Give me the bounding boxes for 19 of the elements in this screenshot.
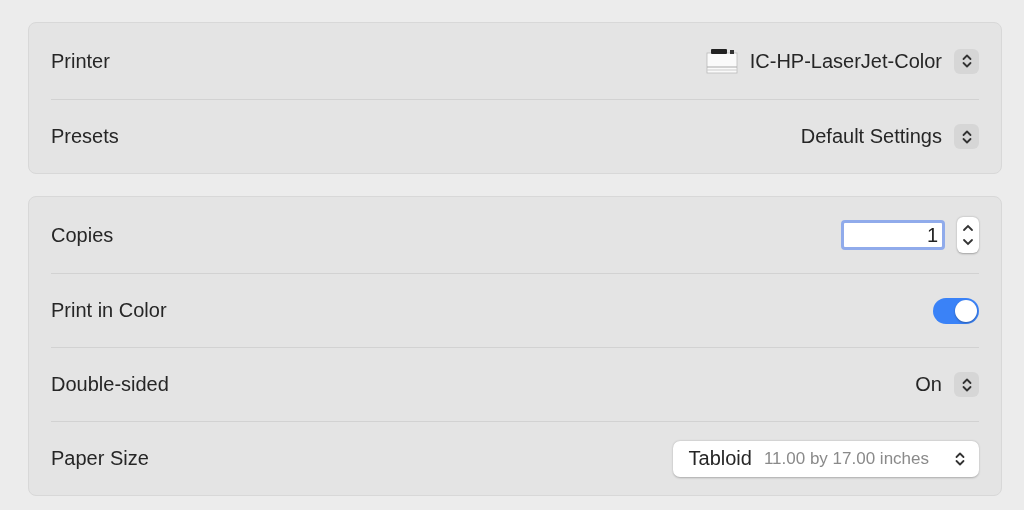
row-label: Print in Color <box>51 299 167 322</box>
popup-button[interactable]: Default Settings <box>800 124 979 149</box>
chevron-icon <box>961 54 972 68</box>
copies-field[interactable]: 1 <box>841 220 945 250</box>
row-label: Presets <box>51 125 119 148</box>
paper-size-popup[interactable]: Tabloid 11.00 by 17.00 inches <box>672 440 979 477</box>
row-label: Double-sided <box>51 373 169 396</box>
row-label: Printer <box>51 49 110 73</box>
chevron-icon <box>962 222 974 248</box>
row-label: Paper Size <box>51 447 149 470</box>
stepper-control[interactable] <box>957 217 979 253</box>
popup-button[interactable]: IC-HP-LaserJet-Color <box>705 48 979 74</box>
toggle-switch[interactable] <box>933 297 979 324</box>
chevron-icon <box>961 377 972 392</box>
chevron-icon <box>955 451 965 466</box>
row-label: Copies <box>51 223 114 247</box>
chevron-icon <box>961 129 972 144</box>
popup-button[interactable]: On <box>915 372 979 397</box>
printer-icon <box>705 48 738 74</box>
